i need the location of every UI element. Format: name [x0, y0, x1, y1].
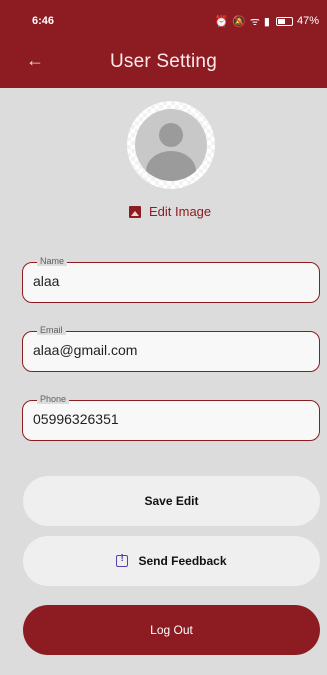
feedback-icon: [116, 553, 129, 567]
logout-button[interactable]: Log Out: [23, 605, 320, 655]
page-title: User Setting: [110, 51, 217, 72]
image-icon: [129, 205, 141, 218]
email-label: Email: [37, 325, 66, 335]
back-arrow-icon[interactable]: ←: [26, 50, 44, 71]
send-feedback-button[interactable]: Send Feedback: [23, 536, 320, 586]
app-bar: ← User Setting: [0, 42, 327, 82]
send-feedback-label: Send Feedback: [138, 554, 227, 568]
edit-image-button[interactable]: Edit Image: [129, 204, 211, 219]
name-label: Name: [37, 256, 68, 266]
save-edit-button[interactable]: Save Edit: [23, 476, 320, 526]
email-value: alaa@gmail.com: [33, 342, 138, 358]
logout-label: Log Out: [150, 623, 193, 637]
phone-value: 05996326351: [33, 411, 119, 427]
status-icons: ⏰ 🔕 ᯤ ▮ 47%: [214, 14, 319, 29]
signal-icon: ▮: [263, 15, 270, 28]
avatar-body: [146, 151, 196, 181]
name-field[interactable]: Name alaa: [22, 256, 320, 303]
name-value: alaa: [33, 273, 60, 289]
status-time: 6:46: [32, 15, 55, 27]
email-field[interactable]: Email alaa@gmail.com: [22, 325, 320, 372]
avatar[interactable]: [135, 109, 207, 181]
save-edit-label: Save Edit: [144, 494, 199, 508]
avatar-head: [159, 123, 183, 147]
phone-field[interactable]: Phone 05996326351: [22, 394, 320, 441]
phone-label: Phone: [37, 394, 70, 404]
edit-image-label: Edit Image: [149, 204, 212, 219]
status-bar: 6:46 ⏰ 🔕 ᯤ ▮ 47%: [0, 0, 327, 42]
mute-icon: 🔕: [232, 15, 246, 28]
wifi-icon: ᯤ: [249, 15, 260, 28]
battery-icon: [275, 16, 293, 26]
battery-percent: 47%: [296, 15, 319, 27]
header: 6:46 ⏰ 🔕 ᯤ ▮ 47% ← User Setting: [0, 0, 327, 88]
avatar-frame: [127, 101, 215, 189]
alarm-icon: ⏰: [214, 15, 229, 28]
